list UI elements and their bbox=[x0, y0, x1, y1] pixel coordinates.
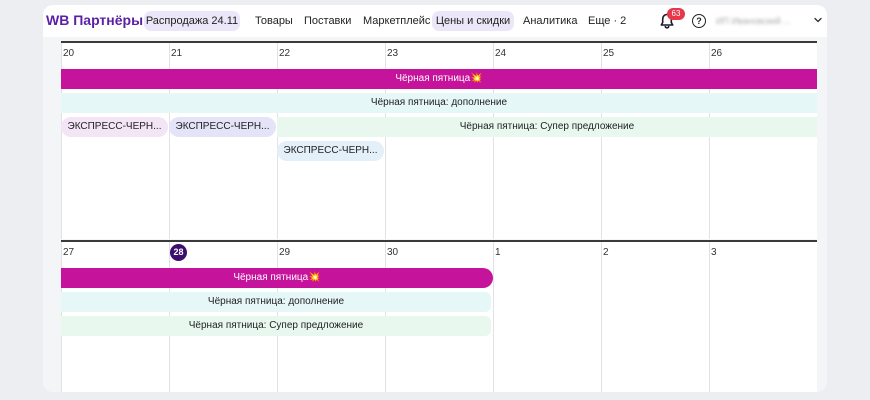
day-number[interactable]: 21 bbox=[171, 48, 182, 59]
day-number[interactable]: 25 bbox=[603, 48, 614, 59]
nav-item-analytics[interactable]: Аналитика bbox=[523, 11, 577, 31]
day-number-today[interactable]: 28 bbox=[170, 244, 187, 261]
event-black-friday-addition[interactable]: Чёрная пятница: дополнение bbox=[61, 93, 817, 113]
day-divider bbox=[709, 242, 710, 392]
day-number[interactable]: 2 bbox=[603, 247, 609, 258]
day-number[interactable]: 30 bbox=[387, 247, 398, 258]
day-number[interactable]: 29 bbox=[279, 247, 290, 258]
brand-logo[interactable]: WB Партнёры bbox=[46, 12, 143, 28]
nav-item-supplies[interactable]: Поставки bbox=[304, 11, 351, 31]
calendar-week-2: 27 28 29 30 1 2 3 Чёрная пятница💥 Чёрная… bbox=[61, 240, 817, 392]
chevron-down-icon[interactable] bbox=[813, 15, 823, 25]
day-divider bbox=[493, 242, 494, 392]
nav-item-products[interactable]: Товары bbox=[255, 11, 293, 31]
day-number[interactable]: 22 bbox=[279, 48, 290, 59]
event-express[interactable]: ЭКСПРЕСС-ЧЕРН... bbox=[277, 141, 384, 161]
event-black-friday[interactable]: Чёрная пятница💥 bbox=[61, 69, 817, 89]
event-black-friday-super-offer[interactable]: Чёрная пятница: Супер предложение bbox=[277, 117, 817, 137]
event-express[interactable]: ЭКСПРЕСС-ЧЕРН... bbox=[61, 117, 168, 137]
calendar-week-1: 20 21 22 23 24 25 26 Чёрная пятница💥 Чёр… bbox=[61, 41, 817, 239]
day-number[interactable]: 20 bbox=[63, 48, 74, 59]
day-number[interactable]: 3 bbox=[711, 247, 717, 258]
day-number[interactable]: 23 bbox=[387, 48, 398, 59]
day-number[interactable]: 27 bbox=[63, 247, 74, 258]
event-express[interactable]: ЭКСПРЕСС-ЧЕРН... bbox=[169, 117, 276, 137]
day-divider bbox=[601, 242, 602, 392]
notification-badge: 63 bbox=[667, 8, 685, 20]
account-name[interactable]: ИП Ивановский ... bbox=[716, 11, 818, 31]
day-number[interactable]: 24 bbox=[495, 48, 506, 59]
top-navigation-bar: WB Партнёры Распродажа 24.11 Товары Пост… bbox=[43, 5, 827, 37]
nav-item-prices[interactable]: Цены и скидки bbox=[432, 11, 514, 31]
calendar-panel: 20 21 22 23 24 25 26 Чёрная пятница💥 Чёр… bbox=[43, 37, 827, 392]
nav-item-marketplace[interactable]: Маркетплейс bbox=[363, 11, 430, 31]
event-black-friday-addition[interactable]: Чёрная пятница: дополнение bbox=[61, 292, 491, 312]
nav-item-sale[interactable]: Распродажа 24.11 bbox=[144, 11, 240, 31]
event-black-friday-super-offer[interactable]: Чёрная пятница: Супер предложение bbox=[61, 316, 491, 336]
help-icon[interactable]: ? bbox=[692, 14, 706, 28]
nav-item-more[interactable]: Еще · 2 bbox=[588, 11, 626, 31]
event-black-friday[interactable]: Чёрная пятница💥 bbox=[61, 268, 493, 288]
day-number[interactable]: 26 bbox=[711, 48, 722, 59]
day-number[interactable]: 1 bbox=[495, 247, 501, 258]
